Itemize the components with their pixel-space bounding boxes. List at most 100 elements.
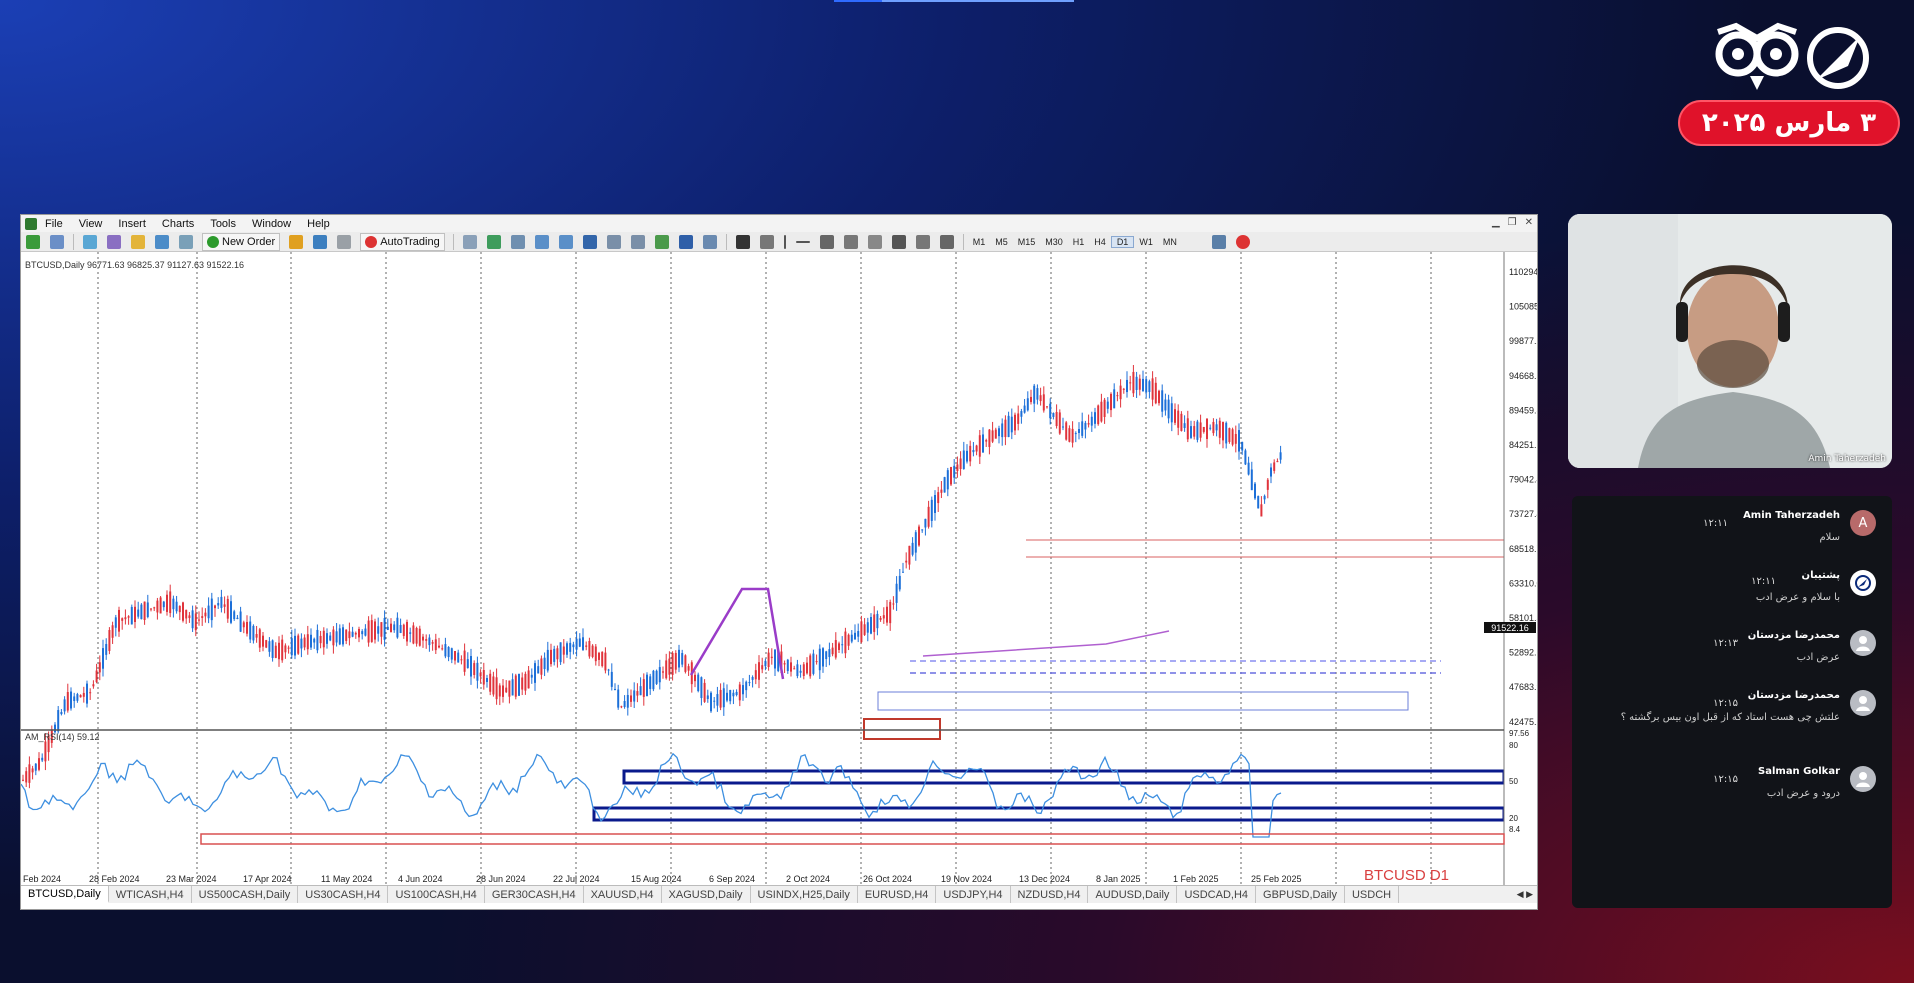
zoom-out-icon[interactable]	[558, 234, 573, 249]
candle-body	[748, 682, 751, 684]
candle-body	[870, 616, 872, 634]
candle-body	[399, 624, 402, 633]
candle-body	[844, 631, 847, 654]
metaeditor-icon[interactable]	[289, 234, 304, 249]
line-chart-icon[interactable]	[510, 234, 525, 249]
candle-body	[649, 676, 652, 689]
candle-body	[390, 623, 392, 633]
candle-body	[1270, 467, 1272, 477]
crosshair-icon[interactable]	[759, 234, 774, 249]
candle-body	[134, 606, 136, 623]
menu-file[interactable]: File	[37, 218, 71, 230]
chart-shift-icon[interactable]	[606, 234, 621, 249]
candle-body	[105, 643, 108, 655]
tile-windows-icon[interactable]	[582, 234, 597, 249]
trendline-icon[interactable]	[819, 234, 834, 249]
candle-body	[588, 640, 591, 657]
candlestick-icon[interactable]	[486, 234, 501, 249]
candle-body	[687, 666, 690, 671]
autoscroll-icon[interactable]	[630, 234, 645, 249]
minimize-icon[interactable]: ▁	[1492, 217, 1500, 228]
restore-icon[interactable]: ❐	[1508, 217, 1517, 228]
horizontal-line-icon[interactable]	[795, 240, 810, 243]
symbol-tab[interactable]: XAUUSD,H4	[584, 886, 662, 903]
tf-h4[interactable]: H4	[1089, 237, 1111, 247]
terminal-icon[interactable]	[155, 234, 169, 249]
menu-window[interactable]: Window	[244, 218, 299, 230]
candle-body	[1058, 412, 1061, 434]
candle-body	[614, 688, 616, 690]
tf-h1[interactable]: H1	[1068, 237, 1090, 247]
tf-d1[interactable]: D1	[1110, 235, 1135, 248]
symbol-tab[interactable]: US500CASH,Daily	[192, 886, 299, 903]
cursor-icon[interactable]	[735, 234, 750, 249]
notification-icon[interactable]	[1235, 234, 1250, 249]
signals-icon[interactable]	[337, 234, 352, 249]
menu-help[interactable]: Help	[299, 218, 338, 230]
search-icon[interactable]	[1211, 234, 1226, 249]
candle-body	[143, 601, 146, 621]
chart-area[interactable]: 110294.60 105085.90 99877.20 94668.50 89459.…	[21, 252, 1538, 909]
symbol-tab[interactable]: BTCUSD,Daily	[21, 886, 109, 903]
templates-icon[interactable]	[702, 234, 717, 249]
bar-chart-icon[interactable]	[462, 234, 477, 249]
symbol-tab[interactable]: EURUSD,H4	[858, 886, 937, 903]
chat-time: ۱۲:۱۵	[1713, 774, 1738, 785]
tf-m30[interactable]: M30	[1040, 237, 1068, 247]
candle-body	[540, 658, 543, 675]
symbol-tab[interactable]: USINDX,H25,Daily	[751, 886, 858, 903]
tf-mn[interactable]: MN	[1158, 237, 1182, 247]
symbol-tab[interactable]: WTICASH,H4	[109, 886, 192, 903]
tf-m15[interactable]: M15	[1013, 237, 1041, 247]
menu-charts[interactable]: Charts	[154, 218, 202, 230]
candle-body	[252, 625, 255, 641]
symbol-tab[interactable]: GBPUSD,Daily	[1256, 886, 1345, 903]
candle-body	[1074, 433, 1077, 435]
candle-body	[412, 625, 415, 644]
text-icon[interactable]	[891, 234, 906, 249]
new-order-button[interactable]: New Order	[202, 232, 281, 251]
periods-icon[interactable]	[678, 234, 693, 249]
indicators-icon[interactable]	[654, 234, 669, 249]
tf-m1[interactable]: M1	[968, 237, 991, 247]
channel-icon[interactable]	[843, 234, 858, 249]
community-icon[interactable]	[313, 234, 328, 249]
new-chart-icon[interactable]	[26, 234, 40, 249]
candle-body	[626, 694, 629, 708]
symbol-tab[interactable]: USDCAD,H4	[1177, 886, 1257, 903]
market-watch-icon[interactable]	[83, 234, 97, 249]
tf-m5[interactable]: M5	[990, 237, 1013, 247]
profiles-icon[interactable]	[50, 234, 64, 249]
symbol-tab[interactable]: US30CASH,H4	[298, 886, 389, 903]
zoom-in-icon[interactable]	[534, 234, 549, 249]
symbol-tab[interactable]: XAGUSD,Daily	[662, 886, 751, 903]
candle-body	[1145, 379, 1148, 393]
symbol-tab[interactable]: AUDUSD,Daily	[1088, 886, 1178, 903]
tab-scroll-arrows-icon[interactable]: ◀ ▶	[1513, 889, 1537, 900]
tester-icon[interactable]	[179, 234, 193, 249]
candle-body	[825, 651, 828, 660]
menu-tools[interactable]: Tools	[202, 218, 244, 230]
candle-body	[758, 662, 760, 680]
separator	[452, 233, 454, 250]
symbol-tab[interactable]: USDCH	[1345, 886, 1400, 903]
symbol-tab[interactable]: USDJPY,H4	[936, 886, 1011, 903]
candle-body	[646, 674, 648, 696]
candle-body	[338, 628, 341, 645]
price-chart[interactable]: 110294.60 105085.90 99877.20 94668.50 89459.…	[21, 252, 1538, 885]
vertical-line-icon[interactable]	[783, 234, 786, 249]
symbol-tab[interactable]: US100CASH,H4	[388, 886, 485, 903]
price-tick-label: 84251.10	[1509, 440, 1538, 450]
arrows-icon[interactable]	[939, 234, 954, 249]
data-window-icon[interactable]	[107, 234, 121, 249]
symbol-tab[interactable]: NZDUSD,H4	[1011, 886, 1089, 903]
menu-insert[interactable]: Insert	[110, 218, 154, 230]
symbol-tab[interactable]: GER30CASH,H4	[485, 886, 584, 903]
close-icon[interactable]: ✕	[1525, 217, 1533, 228]
tf-w1[interactable]: W1	[1134, 237, 1158, 247]
text-label-icon[interactable]	[915, 234, 930, 249]
menu-view[interactable]: View	[71, 218, 111, 230]
fibonacci-icon[interactable]	[867, 234, 882, 249]
navigator-icon[interactable]	[131, 234, 145, 249]
autotrading-button[interactable]: AutoTrading	[360, 232, 445, 251]
